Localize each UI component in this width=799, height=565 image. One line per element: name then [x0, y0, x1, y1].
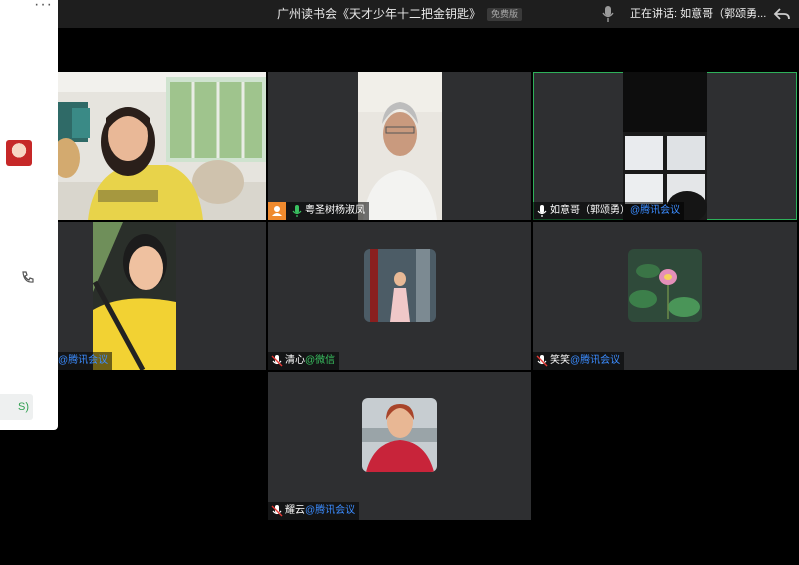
- participant-name: 粤圣树杨淑凤: [305, 205, 365, 216]
- video-tile-4[interactable]: @腾讯会议: [58, 222, 266, 370]
- host-icon: [268, 202, 286, 220]
- participant-source: @腾讯会议: [305, 505, 356, 516]
- video-tile-6[interactable]: 笑笑 @腾讯会议: [533, 222, 797, 370]
- participant-name: 耀云: [285, 505, 305, 516]
- participant-name-tag: 清心 @微信: [268, 352, 340, 370]
- participant-avatar: [628, 249, 702, 322]
- exit-fullscreen-icon[interactable]: [772, 4, 792, 24]
- participant-video: [358, 72, 442, 220]
- mic-icon[interactable]: [601, 5, 615, 23]
- participant-name-tag: 耀云 @腾讯会议: [268, 502, 360, 520]
- participant-video: [93, 222, 176, 370]
- free-version-badge: 免费版: [487, 8, 523, 22]
- participant-avatar: [364, 249, 436, 322]
- participant-video: [58, 72, 266, 220]
- participant-name: 如意哥（郭颂勇）: [550, 205, 630, 216]
- participant-source: @微信: [305, 355, 336, 366]
- video-tile-1[interactable]: [58, 72, 266, 220]
- mic-muted-icon: [271, 505, 283, 517]
- title-bar: 广州读书会《天才少年十二把金钥匙》 免费版 正在讲话: 如意哥（郭颂勇...: [0, 0, 799, 28]
- participant-video: [623, 72, 707, 220]
- chat-avatar[interactable]: [6, 140, 32, 166]
- speaking-indicator: 正在讲话: 如意哥（郭颂勇...: [630, 8, 767, 20]
- participant-source: @腾讯会议: [570, 355, 621, 366]
- video-tile-5[interactable]: 清心 @微信: [268, 222, 531, 370]
- video-tile-3-active-speaker[interactable]: 如意哥（郭颂勇） @腾讯会议: [533, 72, 797, 220]
- participant-name-tag: 如意哥（郭颂勇） @腾讯会议: [533, 202, 685, 220]
- mic-muted-icon: [536, 355, 548, 367]
- participant-name-tag: @腾讯会议: [58, 352, 113, 370]
- panel-action-button[interactable]: S): [0, 394, 33, 420]
- video-tile-7[interactable]: 耀云 @腾讯会议: [268, 372, 531, 520]
- more-menu-icon[interactable]: ···: [34, 0, 53, 14]
- mic-muted-icon: [271, 355, 283, 367]
- participant-source: @腾讯会议: [58, 355, 109, 366]
- side-panel: ··· S): [0, 0, 58, 430]
- mic-icon: [537, 205, 547, 217]
- video-tile-2[interactable]: 粤圣树杨淑凤: [268, 72, 531, 220]
- participant-source: @腾讯会议: [630, 205, 681, 216]
- participant-name: 笑笑: [550, 355, 570, 366]
- phone-icon[interactable]: [20, 270, 36, 286]
- participant-name-tag: 笑笑 @腾讯会议: [533, 352, 625, 370]
- participant-name-tag: 粤圣树杨淑凤: [268, 202, 369, 220]
- participant-avatar: [362, 398, 437, 472]
- meeting-title-text: 广州读书会《天才少年十二把金钥匙》: [276, 7, 481, 21]
- mic-active-icon: [292, 205, 302, 217]
- participant-name: 清心: [285, 355, 305, 366]
